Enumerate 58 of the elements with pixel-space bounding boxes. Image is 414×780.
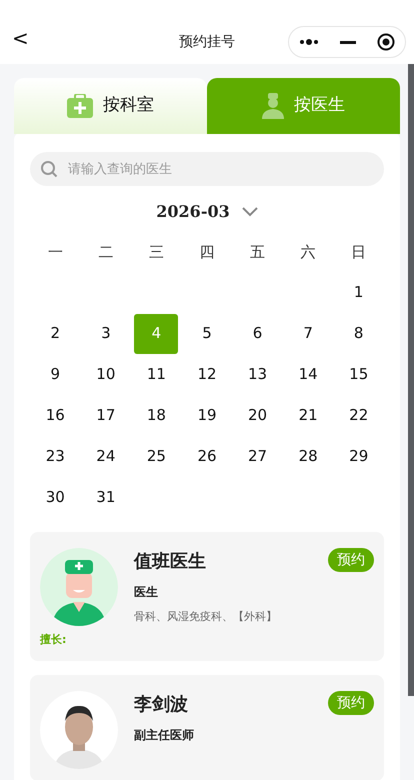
calendar-day[interactable]: 28: [286, 436, 330, 476]
capsule-menu[interactable]: [288, 26, 406, 58]
doctor-card[interactable]: 值班医生 预约 医生 骨科、风湿免疫科、【外科】 擅长:: [30, 532, 384, 660]
department-list: 骨科、风湿免疫科、【外科】: [134, 609, 374, 626]
specialty-label: 擅长:: [40, 632, 68, 648]
minimize-icon[interactable]: [340, 40, 356, 44]
calendar-day[interactable]: 30: [33, 478, 78, 518]
weekday-label: 六: [300, 242, 317, 263]
doctor-title: 副主任医师: [134, 726, 195, 744]
calendar-day[interactable]: 2: [33, 314, 78, 354]
page-title: 预约挂号: [178, 33, 236, 52]
doctor-icon: [262, 93, 284, 119]
calendar-day[interactable]: 1: [336, 272, 381, 312]
calendar-day[interactable]: 16: [33, 396, 78, 436]
calendar-day[interactable]: 6: [236, 314, 280, 354]
calendar-day[interactable]: 29: [336, 436, 381, 476]
month-label[interactable]: 2026-03: [156, 200, 230, 224]
calendar-day[interactable]: 26: [184, 436, 229, 476]
calendar-day[interactable]: 20: [236, 396, 280, 436]
weekday-label: 日: [350, 242, 368, 263]
calendar-day[interactable]: 23: [33, 436, 78, 476]
calendar-day[interactable]: 25: [134, 436, 178, 476]
calendar-day[interactable]: 13: [236, 354, 280, 394]
calendar-day[interactable]: 7: [286, 314, 330, 354]
tab[interactable]: 按科室: [14, 78, 207, 134]
calendar-day[interactable]: 11: [134, 354, 178, 394]
calendar-day[interactable]: 18: [134, 396, 178, 436]
calendar-day[interactable]: 21: [286, 396, 330, 436]
calendar-day[interactable]: 15: [336, 354, 381, 394]
weekday-label: 五: [249, 242, 266, 263]
close-icon[interactable]: [376, 33, 395, 51]
calendar-day[interactable]: 12: [184, 354, 229, 394]
calendar-day[interactable]: 8: [336, 314, 381, 354]
calendar-day[interactable]: 31: [84, 478, 128, 518]
doctor-name: 李剑波: [134, 692, 188, 716]
calendar-day[interactable]: 24: [84, 436, 128, 476]
medical-kit-icon: [67, 94, 93, 118]
weekday-label: 二: [97, 242, 114, 263]
calendar-day[interactable]: 19: [184, 396, 229, 436]
doctor-name: 值班医生: [134, 550, 206, 574]
doctor-avatar-icon: [40, 548, 118, 626]
back-button[interactable]: <: [12, 28, 29, 48]
calendar-day[interactable]: 3: [84, 314, 128, 354]
doctor-title: 医生: [134, 584, 159, 601]
weekday-label: 四: [198, 242, 216, 263]
chevron-down-icon[interactable]: [242, 207, 258, 217]
calendar-day[interactable]: 10: [84, 354, 128, 394]
calendar-day[interactable]: 14: [286, 354, 330, 394]
calendar-day[interactable]: 17: [84, 396, 128, 436]
calendar-day[interactable]: 5: [184, 314, 229, 354]
calendar-day[interactable]: 27: [236, 436, 280, 476]
search-field[interactable]: 请输入查询的医生: [30, 152, 384, 186]
more-icon[interactable]: [299, 39, 320, 45]
calendar-day[interactable]: 9: [33, 354, 78, 394]
weekday-label: 三: [148, 242, 165, 263]
calendar-day[interactable]: 22: [336, 396, 381, 436]
weekday-label: 一: [46, 242, 64, 263]
doctor-card[interactable]: 李剑波 预约 副主任医师: [30, 674, 384, 780]
